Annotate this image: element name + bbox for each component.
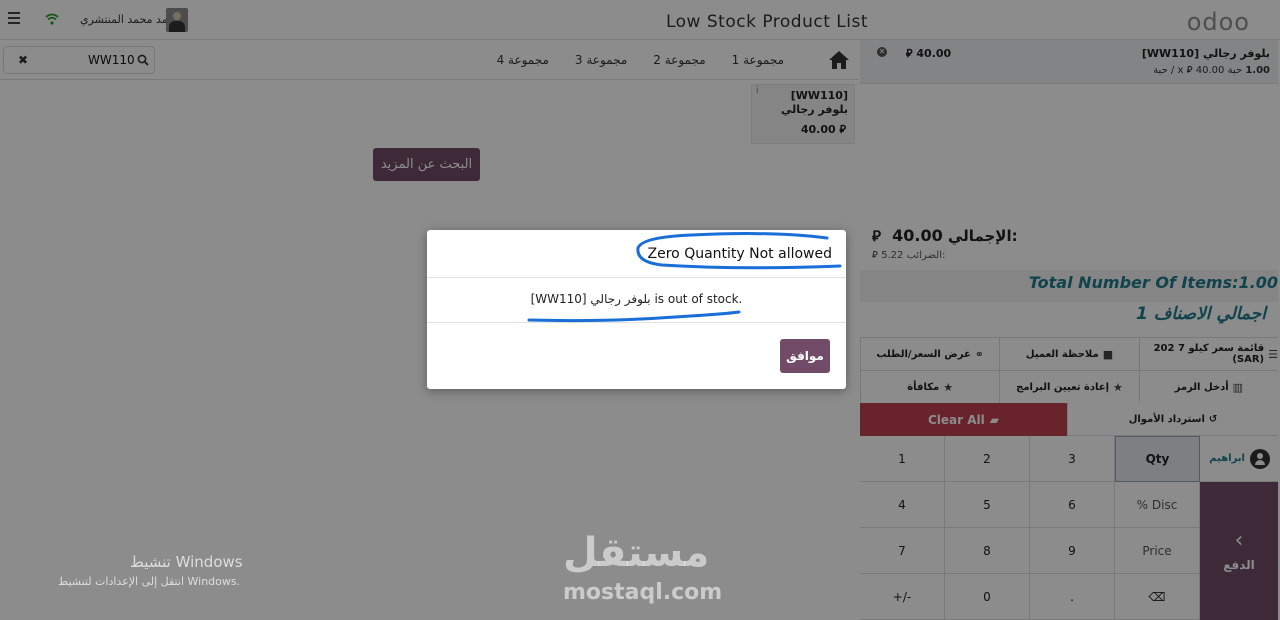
windows-activation-subtitle: انتقل إلى الإعدادات لتنشيط Windows.	[58, 575, 241, 588]
dialog-body: [WW110] بلوفر رجالي is out of stock.	[427, 278, 846, 323]
mostaql-watermark: مستقل	[563, 530, 710, 576]
error-dialog: Zero Quantity Not allowed [WW110] بلوفر …	[427, 230, 846, 389]
mostaql-watermark-url: mostaql.com	[563, 580, 723, 605]
dialog-message: [WW110] بلوفر رجالي is out of stock.	[530, 292, 743, 306]
windows-activation-title: تنشيط Windows	[130, 553, 243, 571]
dialog-title: Zero Quantity Not allowed	[647, 246, 832, 262]
ok-button[interactable]: موافق	[780, 339, 830, 373]
dialog-header: Zero Quantity Not allowed	[427, 230, 846, 278]
